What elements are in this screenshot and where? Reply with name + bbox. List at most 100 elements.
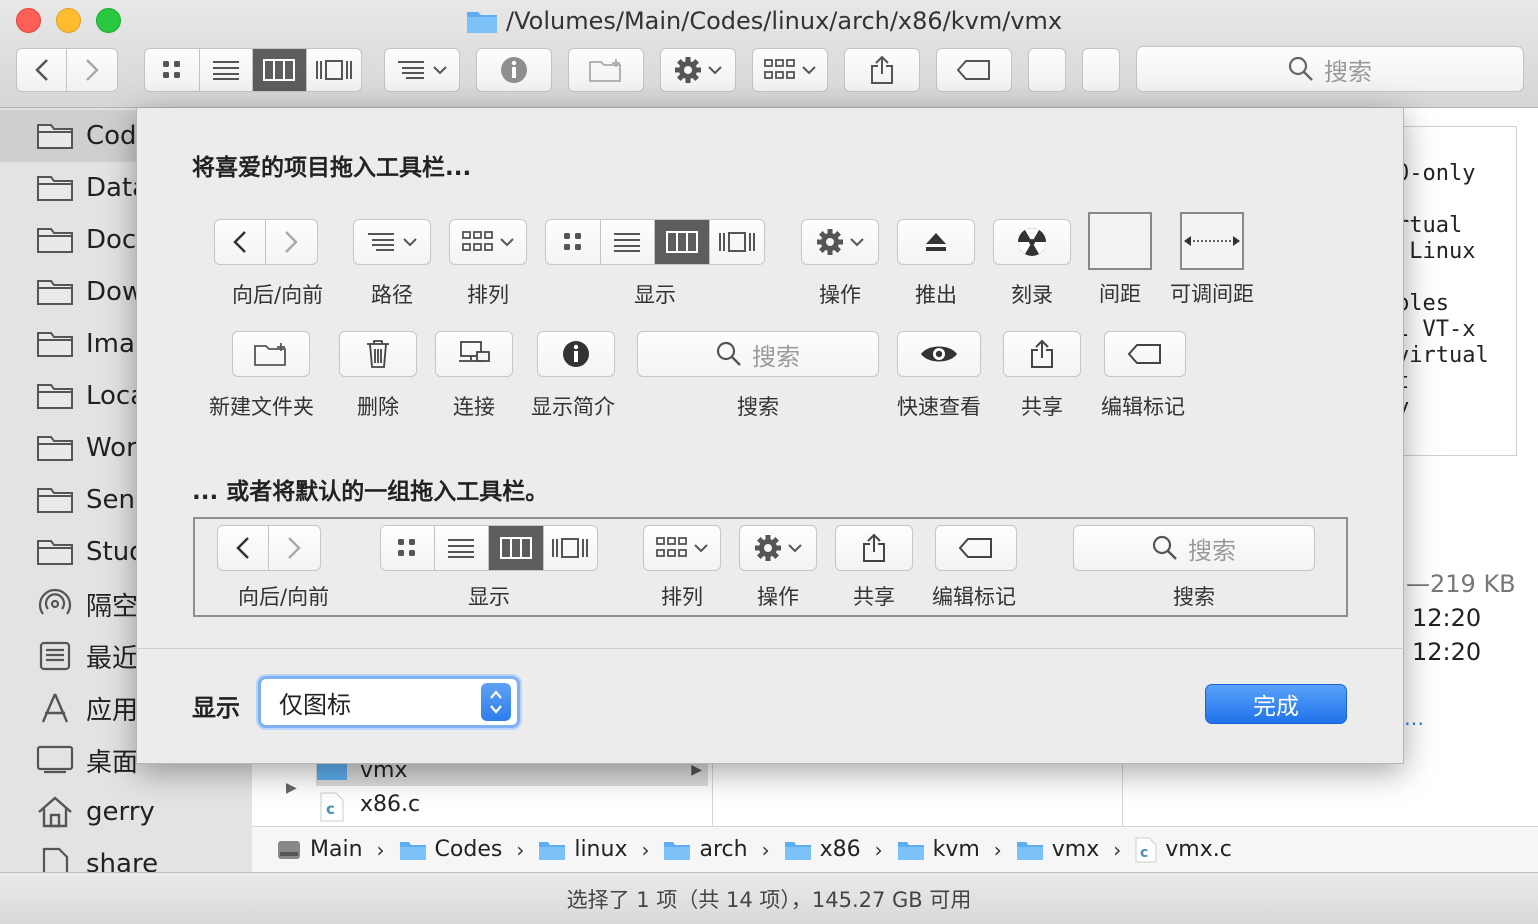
palette-delete[interactable]: 删除 [339,331,417,421]
home-icon [36,795,74,829]
palette-search[interactable]: 搜索 搜索 [637,331,879,421]
palette-connect[interactable]: 连接 [435,331,513,421]
folder-icon [1016,839,1044,861]
item-label: 推出 [915,283,957,307]
columns-icon [499,537,532,559]
column-view-segment [655,220,710,264]
search-placeholder: 搜索 [752,342,800,371]
list-view-button[interactable] [200,49,253,91]
item-label: 共享 [853,585,895,609]
palette-quick-look[interactable]: 快速查看 [897,331,981,421]
preview-line: l VT-x [1396,317,1476,342]
list-view-segment [601,220,655,264]
palette-eject[interactable]: 推出 [897,219,975,309]
minimize-window-button[interactable] [56,8,81,33]
sidebar-item-label: 隔空 [86,591,139,622]
chevron-right-icon [285,231,298,253]
file-column: vmx ▶ ▶ c x86.c [252,758,712,824]
back-segment [218,526,269,570]
palette-edit-tags[interactable]: 编辑标记 [1100,331,1186,421]
path-crumb[interactable]: x86 [784,837,861,862]
item-label: 编辑标记 [1101,395,1185,419]
close-window-button[interactable] [16,8,41,33]
palette-burn[interactable]: 刻录 [993,219,1071,309]
done-button[interactable]: 完成 [1205,684,1347,724]
search-icon [1152,535,1177,560]
path-crumb[interactable]: arch [663,837,748,862]
drive-icon [276,838,302,862]
action-menu-button[interactable] [660,48,736,92]
column-view-button[interactable] [253,49,307,91]
forward-button[interactable] [67,49,117,91]
palette-arrange[interactable]: 排列 [449,219,527,309]
path-list-icon [368,233,394,251]
share-button [835,525,913,571]
gallery-icon [718,232,755,252]
item-label: 显示 [634,283,676,307]
toolbar-space-2 [1082,48,1120,92]
folder-icon [538,839,566,861]
search-field: 搜索 [1073,525,1315,571]
path-crumb[interactable]: vmx [1016,837,1099,862]
chevron-left-icon [34,59,48,81]
list-view-segment [435,526,489,570]
gallery-icon [552,538,589,558]
palette-back-forward[interactable]: 向后/向前 [208,219,323,309]
palette-view[interactable]: 显示 [545,219,765,309]
palette-path[interactable]: 路径 [353,219,431,309]
icon-view-button[interactable] [145,49,200,91]
disclosure-triangle-icon[interactable]: ▶ [286,780,297,796]
item-label: 间距 [1099,282,1141,306]
tag-icon [1127,344,1161,364]
back-button[interactable] [17,49,68,91]
get-info-button [537,331,615,377]
group-list-icon [398,61,424,79]
group-by-button[interactable] [384,48,460,92]
chevron-left-icon [232,231,246,253]
item-label: 可调间距 [1170,282,1254,306]
palette-action[interactable]: 操作 [801,219,879,309]
path-crumb[interactable]: kvm [897,837,980,862]
c-file-icon: c [1135,837,1157,863]
item-label: 删除 [357,395,399,419]
arrange-button[interactable] [752,48,828,92]
forward-segment [269,526,320,570]
zoom-window-button[interactable] [96,8,121,33]
palette-flexible-space[interactable]: 可调间距 [1170,212,1254,308]
path-crumb[interactable]: linux [538,837,627,862]
done-label: 完成 [1253,694,1299,720]
edit-tags-button[interactable] [936,48,1012,92]
palette-get-info[interactable]: 显示简介 [531,331,615,421]
double-arrow-icon [1184,236,1240,246]
palette-new-folder[interactable]: 新建文件夹 [209,331,314,421]
path-crumb[interactable]: Codes [399,837,502,862]
edit-tags-button [1104,331,1186,377]
toolbar-search-field[interactable]: 搜索 [1136,46,1524,92]
show-mode-select[interactable]: 仅图标 [258,676,520,728]
list-item[interactable]: c x86.c [316,790,708,824]
get-info-button[interactable] [476,48,552,92]
list-icon [212,61,239,80]
share-button[interactable] [844,48,920,92]
created-time: 12:20 [1412,604,1482,632]
more-link[interactable]: … [1404,706,1424,730]
list-item[interactable]: vmx ▶ [316,758,708,786]
arrange-icon [764,59,795,79]
sidebar-item-label: gerry [86,797,155,827]
new-folder-button[interactable] [568,48,644,92]
back-button [215,220,266,264]
new-folder-button [231,331,310,377]
chevron-down-icon [708,66,722,75]
disclosure-arrow-icon: ▶ [691,762,702,778]
palette-share[interactable]: 共享 [1003,331,1081,421]
palette-space[interactable]: 间距 [1088,212,1152,308]
path-crumb[interactable]: c vmx.c [1135,837,1232,863]
sidebar-item[interactable]: gerry [0,786,252,838]
grid-icon [563,233,581,250]
path-crumb[interactable]: Main [276,837,363,862]
item-label: 操作 [757,585,799,609]
gallery-view-button[interactable] [307,49,361,91]
chevron-down-icon [850,238,864,247]
gear-icon [817,229,843,255]
info-icon [501,57,527,83]
